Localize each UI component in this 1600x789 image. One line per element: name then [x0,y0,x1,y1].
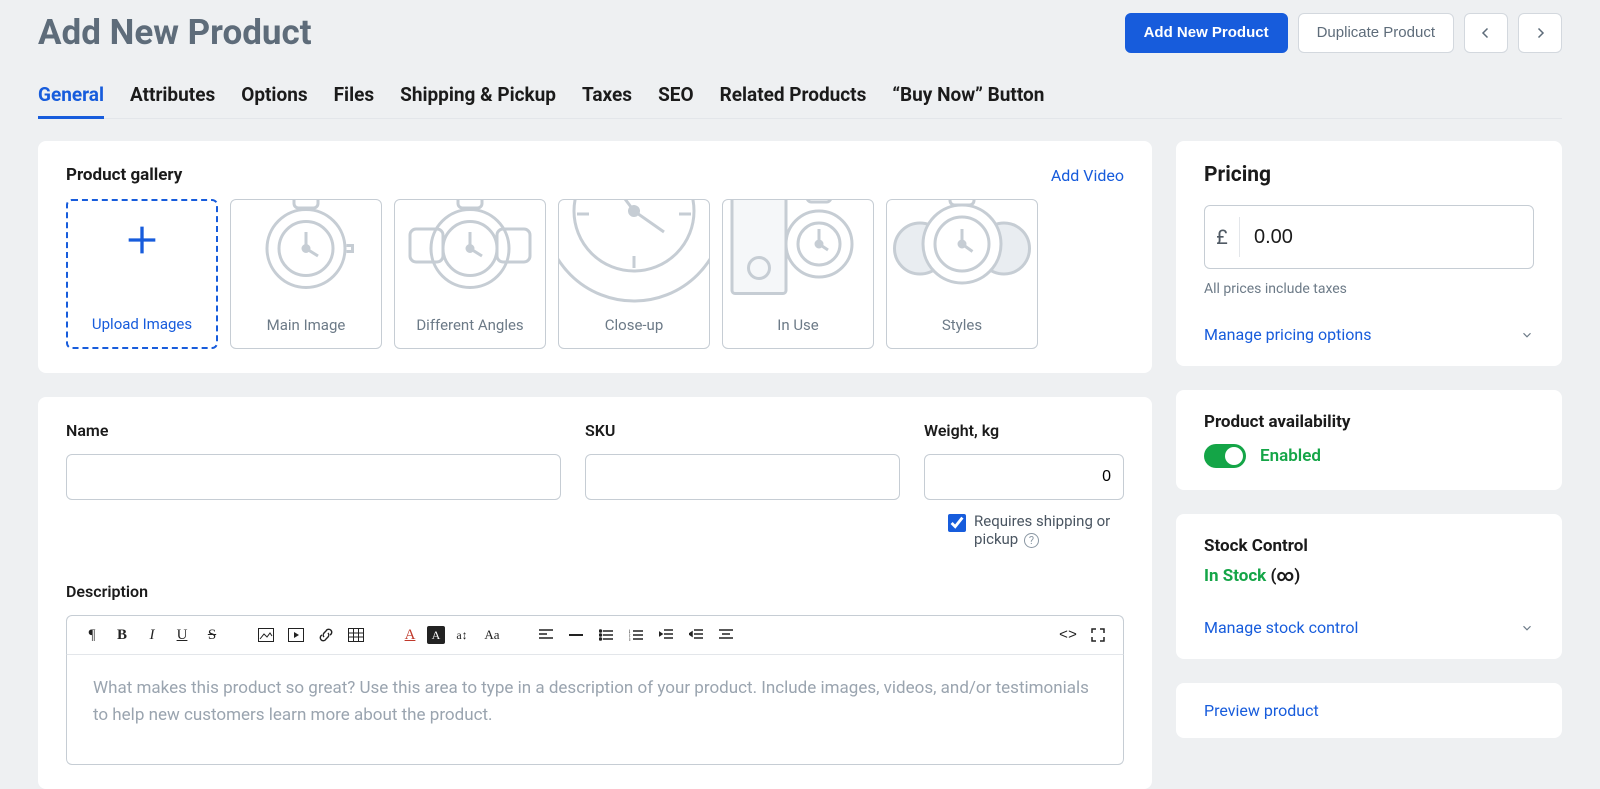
add-video-link[interactable]: Add Video [1051,166,1124,185]
currency-label: £ [1205,217,1240,257]
code-icon[interactable]: <> [1055,622,1081,648]
pricing-title: Pricing [1204,163,1534,187]
link-icon[interactable] [313,622,339,648]
strike-icon[interactable]: S [199,622,225,648]
next-button[interactable] [1518,13,1562,53]
bold-icon[interactable]: B [109,622,135,648]
product-gallery-title: Product gallery [66,165,182,185]
arrow-right-icon [1531,24,1549,42]
chevron-down-icon [1520,621,1534,635]
watch-icon [887,199,1037,316]
thumb-styles[interactable]: Styles [886,199,1038,349]
stock-status: In Stock (∞) [1204,566,1534,586]
font-case-icon[interactable]: Aa [479,622,505,648]
tab-attributes[interactable]: Attributes [130,83,215,106]
manage-stock-label: Manage stock control [1204,618,1358,637]
thumb-label: Close-up [605,316,664,334]
bullet-list-icon[interactable] [593,622,619,648]
watch-icon [559,199,709,316]
add-new-product-button[interactable]: Add New Product [1125,13,1288,53]
page-title: Add New Product [38,12,312,53]
help-icon[interactable]: ? [1024,533,1039,548]
availability-title: Product availability [1204,412,1534,432]
align-left-icon[interactable] [533,622,559,648]
watch-icon [395,199,545,316]
tabs: General Attributes Options Files Shippin… [38,83,1562,119]
stock-control-card: Stock Control In Stock (∞) Manage stock … [1176,514,1562,659]
requires-shipping-checkbox[interactable] [948,514,966,532]
arrow-left-icon [1477,24,1495,42]
table-icon[interactable] [343,622,369,648]
number-list-icon[interactable]: 123 [623,622,649,648]
svg-text:3: 3 [629,638,631,641]
image-icon[interactable] [253,622,279,648]
plus-icon [122,220,162,260]
weight-input[interactable] [924,454,1124,500]
name-input[interactable] [66,454,561,500]
italic-icon[interactable]: I [139,622,165,648]
header-actions: Add New Product Duplicate Product [1125,13,1562,53]
thumb-label: In Use [777,316,819,334]
hr-icon[interactable] [563,622,589,648]
upload-images-tile[interactable]: Upload Images [66,199,218,349]
description-label: Description [66,582,1124,601]
tab-files[interactable]: Files [334,83,375,106]
watch-icon [723,199,873,316]
indent-icon[interactable] [683,622,709,648]
fullscreen-icon[interactable] [1085,622,1111,648]
thumb-different-angles[interactable]: Different Angles [394,199,546,349]
requires-shipping-label: Requires shipping or pickup ? [974,512,1124,548]
manage-pricing-label: Manage pricing options [1204,325,1371,344]
tab-seo[interactable]: SEO [658,83,694,106]
price-input-wrap: £ [1204,205,1534,269]
font-size-icon[interactable]: a↕ [449,622,475,648]
price-input[interactable] [1240,226,1533,249]
pricing-card: Pricing £ All prices include taxes Manag… [1176,141,1562,366]
sku-label: SKU [585,421,900,440]
tab-general[interactable]: General [38,83,104,106]
thumb-main-image[interactable]: Main Image [230,199,382,349]
stock-title: Stock Control [1204,536,1534,556]
availability-toggle[interactable] [1204,444,1246,468]
thumb-label: Styles [942,316,982,334]
font-color-icon[interactable]: A [397,622,423,648]
product-gallery-card: Product gallery Add Video Upload Images [38,141,1152,373]
page-header: Add New Product Add New Product Duplicat… [38,0,1562,55]
highlight-icon[interactable]: A [427,626,445,644]
availability-status: Enabled [1260,446,1321,466]
thumb-close-up[interactable]: Close-up [558,199,710,349]
preview-product-link[interactable]: Preview product [1204,701,1319,720]
product-details-card: Name SKU Weight, kg Requires shipping or… [38,397,1152,789]
preview-card: Preview product [1176,683,1562,738]
outdent-icon[interactable] [653,622,679,648]
paragraph-icon[interactable]: ¶ [79,622,105,648]
video-icon[interactable] [283,622,309,648]
chevron-down-icon [1520,328,1534,342]
watch-icon [231,199,381,316]
tab-shipping-pickup[interactable]: Shipping & Pickup [400,83,556,106]
tab-options[interactable]: Options [241,83,307,106]
manage-stock-control[interactable]: Manage stock control [1204,618,1534,637]
align-icon[interactable] [713,622,739,648]
availability-card: Product availability Enabled [1176,390,1562,490]
duplicate-product-button[interactable]: Duplicate Product [1298,13,1454,53]
description-editor[interactable]: What makes this product so great? Use th… [66,655,1124,765]
name-label: Name [66,421,561,440]
thumb-in-use[interactable]: In Use [722,199,874,349]
thumb-label: Main Image [267,316,346,334]
underline-icon[interactable]: U [169,622,195,648]
tab-taxes[interactable]: Taxes [582,83,632,106]
weight-label: Weight, kg [924,421,1124,440]
sku-input[interactable] [585,454,900,500]
tab-related-products[interactable]: Related Products [720,83,867,106]
thumb-label: Different Angles [416,316,523,334]
tab-buy-now-button[interactable]: “Buy Now” Button [892,83,1044,106]
prev-button[interactable] [1464,13,1508,53]
upload-images-label: Upload Images [92,315,192,333]
pricing-note: All prices include taxes [1204,281,1534,297]
editor-toolbar: ¶ B I U S [66,615,1124,655]
manage-pricing-options[interactable]: Manage pricing options [1204,325,1534,344]
